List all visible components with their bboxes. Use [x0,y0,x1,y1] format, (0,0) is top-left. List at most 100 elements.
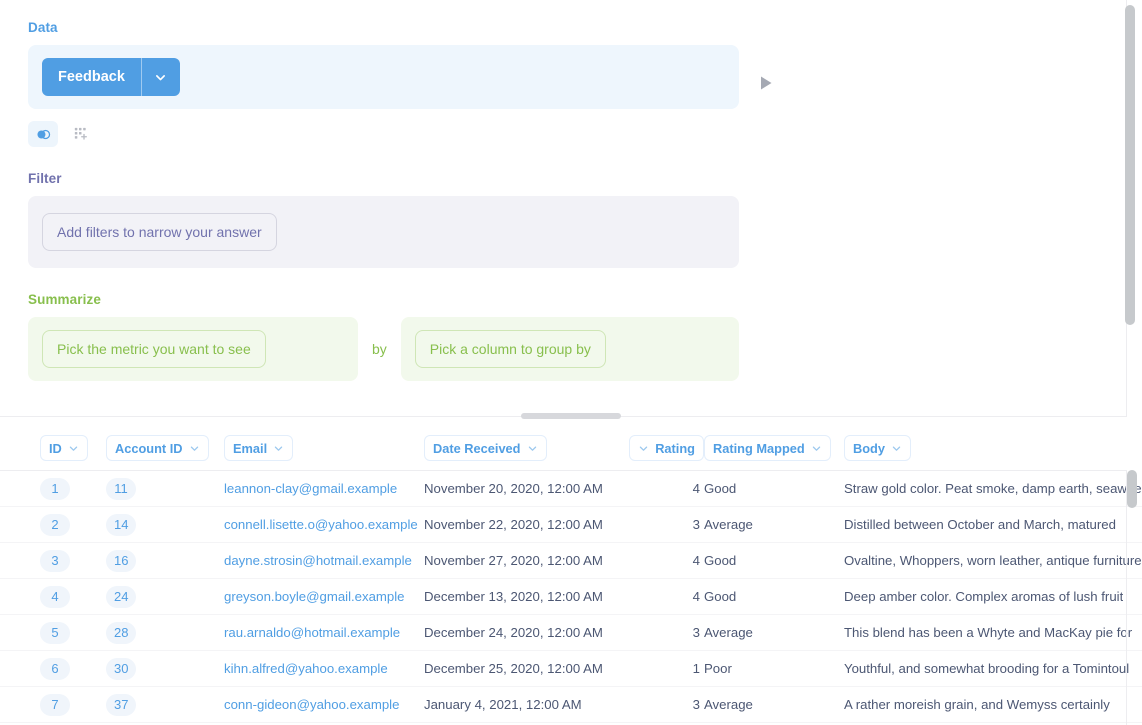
table-row[interactable]: 3 16 dayne.strosin@hotmail.example November… [0,543,1142,579]
table-cell-id[interactable]: 1 [40,477,106,500]
cell-email-link[interactable]: conn-gideon@yahoo.example [224,697,399,712]
table-cell-email[interactable]: conn-gideon@yahoo.example [224,697,424,712]
notebook-scrollbar-track[interactable] [1124,0,1136,417]
table-cell-date-received[interactable]: December 25, 2020, 12:00 AM [424,661,614,676]
table-cell-date-received[interactable]: November 20, 2020, 12:00 AM [424,481,614,496]
table-row[interactable]: 2 14 connell.lisette.o@yahoo.example Novemb… [0,507,1142,543]
table-cell-date-received[interactable]: December 24, 2020, 12:00 AM [424,625,614,640]
table-cell-rating-mapped[interactable]: Average [704,697,844,712]
chevron-down-icon[interactable] [68,443,79,454]
cell-pill-account-id[interactable]: 37 [106,693,137,716]
table-cell-date-received[interactable]: January 4, 2021, 12:00 AM [424,697,614,712]
chevron-down-icon[interactable] [811,443,822,454]
table-cell-rating[interactable]: 4 [614,481,704,496]
table-cell-account-id[interactable]: 24 [106,585,224,608]
table-cell-body[interactable]: A rather moreish grain, and Wemyss certa… [844,697,1142,712]
cell-pill-account-id[interactable]: 11 [106,477,136,500]
cell-pill-id[interactable]: 6 [40,657,70,680]
table-cell-id[interactable]: 7 [40,693,106,716]
cell-email-link[interactable]: leannon-clay@gmail.example [224,481,397,496]
notebook-scrollbar-thumb[interactable] [1125,5,1135,325]
run-query-button[interactable] [755,72,777,94]
table-cell-body[interactable]: Youthful, and somewhat brooding for a To… [844,661,1142,676]
cell-pill-account-id[interactable]: 30 [106,657,137,680]
table-cell-rating[interactable]: 4 [614,553,704,568]
table-cell-id[interactable]: 2 [40,513,106,536]
table-cell-rating[interactable]: 4 [614,589,704,604]
table-cell-account-id[interactable]: 30 [106,657,224,680]
table-row[interactable]: 6 30 kihn.alfred@yahoo.example December 25,… [0,651,1142,687]
cell-email-link[interactable]: dayne.strosin@hotmail.example [224,553,412,568]
table-scrollbar-thumb[interactable] [1127,470,1137,508]
cell-pill-account-id[interactable]: 16 [106,549,137,572]
chevron-down-icon[interactable] [142,58,180,96]
table-cell-email[interactable]: greyson.boyle@gmail.example [224,589,424,604]
table-cell-email[interactable]: rau.arnaldo@hotmail.example [224,625,424,640]
pick-groupby-button[interactable]: Pick a column to group by [414,330,606,368]
pane-resize-handle[interactable] [521,413,621,419]
data-source-pill[interactable]: Feedback [42,58,180,96]
table-cell-date-received[interactable]: November 22, 2020, 12:00 AM [424,517,614,532]
table-cell-body[interactable]: Deep amber color. Complex aromas of lush… [844,589,1142,604]
table-cell-rating-mapped[interactable]: Good [704,553,844,568]
pick-metric-button[interactable]: Pick the metric you want to see [42,330,266,368]
table-cell-account-id[interactable]: 14 [106,513,224,536]
table-cell-account-id[interactable]: 16 [106,549,224,572]
table-cell-rating-mapped[interactable]: Average [704,625,844,640]
column-header-account-id[interactable]: Account ID [106,435,209,461]
column-header-date-received[interactable]: Date Received [424,435,547,461]
cell-pill-account-id[interactable]: 24 [106,585,137,608]
table-cell-account-id[interactable]: 28 [106,621,224,644]
table-cell-rating-mapped[interactable]: Good [704,589,844,604]
table-row[interactable]: 5 28 rau.arnaldo@hotmail.example December 2… [0,615,1142,651]
table-cell-rating[interactable]: 3 [614,625,704,640]
table-cell-id[interactable]: 6 [40,657,106,680]
chevron-down-icon[interactable] [891,443,902,454]
add-filter-button[interactable]: Add filters to narrow your answer [42,213,277,251]
column-header-body[interactable]: Body [844,435,911,461]
table-cell-account-id[interactable]: 37 [106,693,224,716]
table-cell-body[interactable]: Straw gold color. Peat smoke, damp earth… [844,481,1142,496]
column-header-rating-mapped[interactable]: Rating Mapped [704,435,831,461]
table-cell-rating[interactable]: 1 [614,661,704,676]
cell-pill-id[interactable]: 4 [40,585,70,608]
table-cell-id[interactable]: 5 [40,621,106,644]
chevron-down-icon[interactable] [189,443,200,454]
column-header-id[interactable]: ID [40,435,88,461]
cell-pill-id[interactable]: 1 [40,477,70,500]
cell-email-link[interactable]: kihn.alfred@yahoo.example [224,661,388,676]
join-data-icon[interactable] [28,121,58,147]
cell-pill-id[interactable]: 3 [40,549,70,572]
table-cell-body[interactable]: This blend has been a Whyte and MacKay p… [844,625,1142,640]
table-cell-email[interactable]: connell.lisette.o@yahoo.example [224,517,424,532]
table-cell-email[interactable]: dayne.strosin@hotmail.example [224,553,424,568]
cell-pill-account-id[interactable]: 14 [106,513,137,536]
cell-pill-account-id[interactable]: 28 [106,621,137,644]
table-cell-body[interactable]: Distilled between October and March, mat… [844,517,1142,532]
chevron-down-icon[interactable] [527,443,538,454]
pick-columns-icon[interactable] [66,121,96,147]
table-cell-rating-mapped[interactable]: Good [704,481,844,496]
table-cell-account-id[interactable]: 11 [106,477,224,500]
table-cell-rating[interactable]: 3 [614,697,704,712]
table-cell-body[interactable]: Ovaltine, Whoppers, worn leather, antiqu… [844,553,1142,568]
table-row[interactable]: 1 11 leannon-clay@gmail.example November 20… [0,471,1142,507]
table-cell-id[interactable]: 4 [40,585,106,608]
table-cell-rating-mapped[interactable]: Poor [704,661,844,676]
cell-pill-id[interactable]: 7 [40,693,70,716]
column-header-email[interactable]: Email [224,435,294,461]
table-cell-email[interactable]: kihn.alfred@yahoo.example [224,661,424,676]
table-cell-date-received[interactable]: December 13, 2020, 12:00 AM [424,589,614,604]
table-row[interactable]: 7 37 conn-gideon@yahoo.example January 4, 2… [0,687,1142,723]
chevron-down-icon[interactable] [273,443,284,454]
table-cell-date-received[interactable]: November 27, 2020, 12:00 AM [424,553,614,568]
table-cell-id[interactable]: 3 [40,549,106,572]
table-row[interactable]: 4 24 greyson.boyle@gmail.example December 1… [0,579,1142,615]
chevron-down-icon[interactable] [638,443,649,454]
cell-email-link[interactable]: connell.lisette.o@yahoo.example [224,517,418,532]
cell-email-link[interactable]: greyson.boyle@gmail.example [224,589,405,604]
cell-pill-id[interactable]: 5 [40,621,70,644]
table-cell-rating-mapped[interactable]: Average [704,517,844,532]
cell-pill-id[interactable]: 2 [40,513,70,536]
column-header-rating[interactable]: Rating [629,435,704,461]
